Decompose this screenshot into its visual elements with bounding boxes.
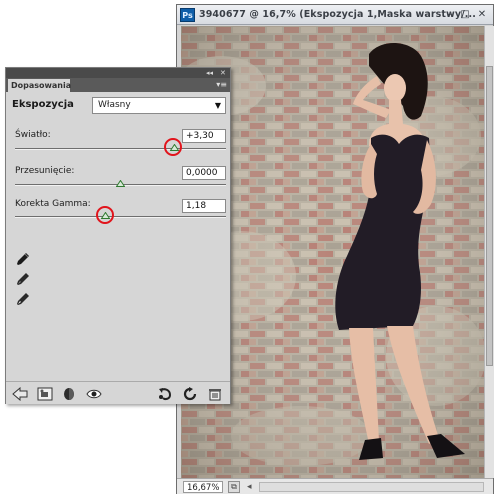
- close-button[interactable]: ✕: [475, 8, 489, 22]
- horizontal-scrollbar[interactable]: [259, 482, 484, 492]
- document-titlebar[interactable]: Ps 3940677 @ 16,7% (Ekspozycja 1,Maska w…: [177, 5, 493, 25]
- preset-dropdown[interactable]: Własny ▼: [92, 97, 226, 114]
- eyedropper-black-icon[interactable]: [16, 251, 30, 265]
- adjustments-panel: ◂◂ ✕ Dopasowania ▾≡ Ekspozycja Własny ▼ …: [5, 67, 231, 404]
- offset-value-input[interactable]: 0,0000: [182, 166, 226, 180]
- panel-collapse-icon[interactable]: ◂◂: [206, 68, 213, 78]
- panel-close-icon[interactable]: ✕: [220, 68, 226, 78]
- eye-icon[interactable]: [86, 386, 102, 400]
- back-arrow-icon[interactable]: [12, 386, 28, 402]
- gamma-value-input[interactable]: 1,18: [182, 199, 226, 213]
- minimize-button[interactable]: –: [443, 8, 457, 22]
- chevron-down-icon: ▼: [214, 101, 221, 110]
- document-info-icon[interactable]: ⧉: [228, 481, 240, 493]
- vertical-scrollbar[interactable]: [484, 26, 494, 478]
- eyedropper-gray-icon[interactable]: [16, 271, 30, 285]
- trash-icon[interactable]: [207, 386, 223, 401]
- exposure-highlight-ring: [164, 138, 183, 156]
- visibility-mask-icon[interactable]: [61, 386, 77, 400]
- document-title: 3940677 @ 16,7% (Ekspozycja 1,Maska wars…: [199, 9, 476, 20]
- maximize-button[interactable]: □: [458, 8, 472, 22]
- gamma-highlight-ring: [95, 206, 114, 224]
- preset-value: Własny: [98, 100, 131, 110]
- status-scroll-left-icon[interactable]: ◂: [247, 480, 252, 494]
- panel-tab-bar: Dopasowania ▾≡: [6, 78, 230, 92]
- gamma-label: Korekta Gamma:: [15, 199, 91, 209]
- exposure-label: Światło:: [15, 130, 51, 140]
- previous-state-icon[interactable]: [157, 386, 173, 400]
- exposure-slider-track[interactable]: [15, 138, 226, 156]
- adjustment-type-label: Ekspozycja: [12, 99, 74, 110]
- vertical-scroll-thumb[interactable]: [486, 66, 493, 366]
- clip-layer-icon[interactable]: [37, 386, 53, 401]
- panel-menu-icon[interactable]: ▾≡: [216, 79, 227, 91]
- tab-adjustments[interactable]: Dopasowania: [8, 79, 71, 92]
- offset-label: Przesunięcie:: [15, 166, 75, 176]
- panel-header-strip[interactable]: ◂◂ ✕: [6, 68, 230, 78]
- zoom-level-field[interactable]: 16,67%: [183, 481, 223, 493]
- offset-slider-track[interactable]: [15, 180, 226, 187]
- photoshop-icon: Ps: [180, 8, 195, 22]
- gamma-slider-track[interactable]: [15, 206, 226, 224]
- status-bar: 16,67% ⧉ ◂: [177, 478, 493, 494]
- panel-bottom-toolbar: [6, 381, 230, 404]
- offset-slider-thumb[interactable]: [116, 180, 125, 187]
- reset-icon[interactable]: [182, 386, 198, 401]
- exposure-value-input[interactable]: +3,30: [182, 129, 226, 143]
- eyedropper-white-icon[interactable]: [16, 291, 30, 305]
